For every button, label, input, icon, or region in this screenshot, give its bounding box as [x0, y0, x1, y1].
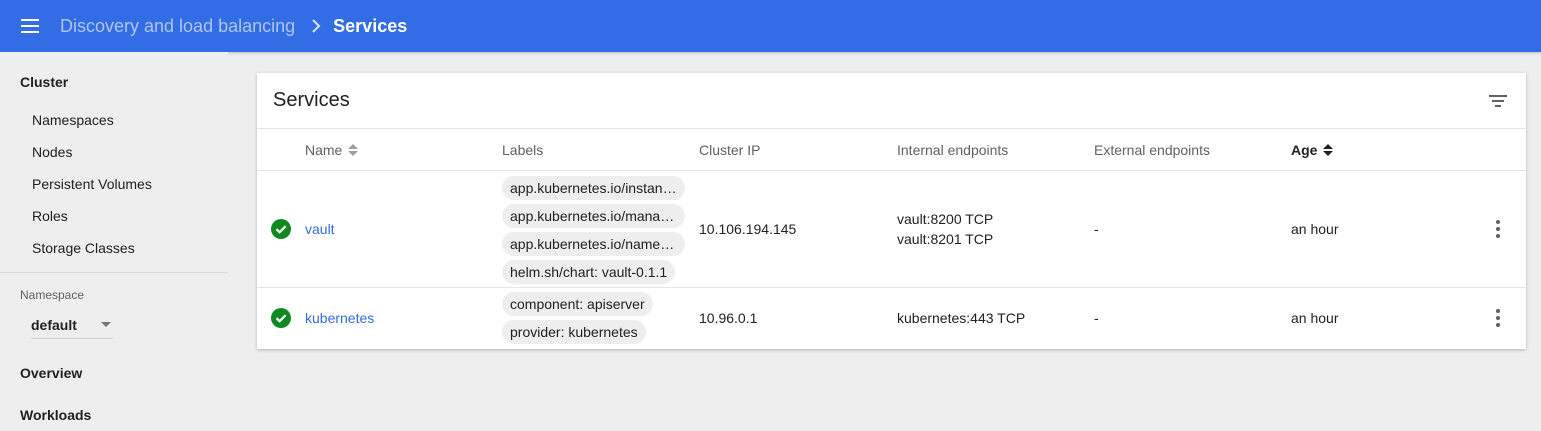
- column-header-external-endpoints: External endpoints: [1094, 142, 1210, 158]
- top-bar: Discovery and load balancing Services: [0, 0, 1541, 52]
- sort-icon[interactable]: [1323, 144, 1334, 156]
- label-chip: provider: kubernetes: [502, 320, 646, 344]
- sidebar-item-persistent-volumes[interactable]: Persistent Volumes: [0, 168, 228, 200]
- column-header-labels: Labels: [502, 142, 544, 158]
- external-endpoints: -: [1094, 310, 1099, 326]
- label-chip: app.kubernetes.io/instance: vault: [502, 176, 685, 200]
- internal-endpoints: kubernetes:443 TCP: [897, 308, 1025, 328]
- label-chip: app.kubernetes.io/name: vault: [502, 232, 685, 256]
- namespace-value: default: [31, 316, 77, 333]
- sidebar: Cluster Namespaces Nodes Persistent Volu…: [0, 52, 228, 424]
- column-header-cluster-ip: Cluster IP: [699, 142, 761, 158]
- menu-icon[interactable]: [0, 0, 60, 52]
- table-row: vault app.kubernetes.io/instance: vault …: [257, 171, 1526, 288]
- labels-list: app.kubernetes.io/instance: vault app.ku…: [502, 176, 685, 288]
- sidebar-item-roles[interactable]: Roles: [0, 200, 228, 232]
- service-name-link[interactable]: kubernetes: [305, 310, 374, 326]
- sidebar-heading-cluster[interactable]: Cluster: [0, 66, 228, 98]
- labels-list: component: apiserver provider: kubernete…: [502, 292, 653, 348]
- filter-icon[interactable]: [1470, 73, 1526, 129]
- external-endpoints: -: [1094, 221, 1099, 237]
- label-chip: component: apiserver: [502, 292, 653, 316]
- caret-down-icon: [101, 322, 111, 327]
- internal-endpoint: vault:8200 TCP: [897, 211, 994, 227]
- service-name-link[interactable]: vault: [305, 221, 335, 237]
- card-title: Services: [273, 89, 350, 111]
- breadcrumb-parent[interactable]: Discovery and load balancing: [60, 16, 295, 37]
- cluster-ip: 10.106.194.145: [699, 221, 797, 237]
- sidebar-item-nodes[interactable]: Nodes: [0, 136, 228, 168]
- column-age-label: Age: [1291, 142, 1318, 158]
- chevron-right-icon: [309, 19, 323, 33]
- sidebar-item-overview[interactable]: Overview: [0, 357, 228, 389]
- sort-icon[interactable]: [348, 144, 359, 156]
- internal-endpoint: vault:8201 TCP: [897, 231, 994, 247]
- sidebar-item-storage-classes[interactable]: Storage Classes: [0, 232, 228, 264]
- internal-endpoints: vault:8200 TCP vault:8201 TCP: [897, 209, 993, 249]
- column-header-name[interactable]: Name: [305, 142, 359, 158]
- sidebar-divider: [0, 272, 228, 273]
- label-chip: app.kubernetes.io/managed-by: Tiller: [502, 204, 685, 228]
- check-circle-icon: [271, 219, 291, 239]
- table-row: kubernetes component: apiserver provider…: [257, 288, 1526, 349]
- namespace-select[interactable]: default: [31, 311, 113, 339]
- internal-endpoint: kubernetes:443 TCP: [897, 310, 1026, 326]
- column-header-age[interactable]: Age: [1291, 142, 1334, 158]
- age-value: an hour: [1291, 221, 1339, 237]
- more-vert-icon[interactable]: [1488, 217, 1508, 241]
- namespace-label: Namespace: [20, 288, 85, 302]
- column-name-label: Name: [305, 142, 343, 158]
- column-header-internal-endpoints: Internal endpoints: [897, 142, 1009, 158]
- sidebar-item-namespaces[interactable]: Namespaces: [0, 104, 228, 136]
- check-circle-icon: [271, 308, 291, 328]
- card-header: Services: [257, 73, 1526, 129]
- label-chip: helm.sh/chart: vault-0.1.1: [502, 260, 676, 284]
- table-header: Name Labels Cluster IP Internal endpoint…: [257, 129, 1526, 171]
- sidebar-item-workloads[interactable]: Workloads: [0, 399, 228, 431]
- page-title: Services: [333, 15, 408, 36]
- services-card: Services Name Labels Cluster IP Internal…: [257, 73, 1526, 349]
- age-value: an hour: [1291, 310, 1339, 326]
- cluster-ip: 10.96.0.1: [699, 310, 758, 326]
- more-vert-icon[interactable]: [1488, 306, 1508, 330]
